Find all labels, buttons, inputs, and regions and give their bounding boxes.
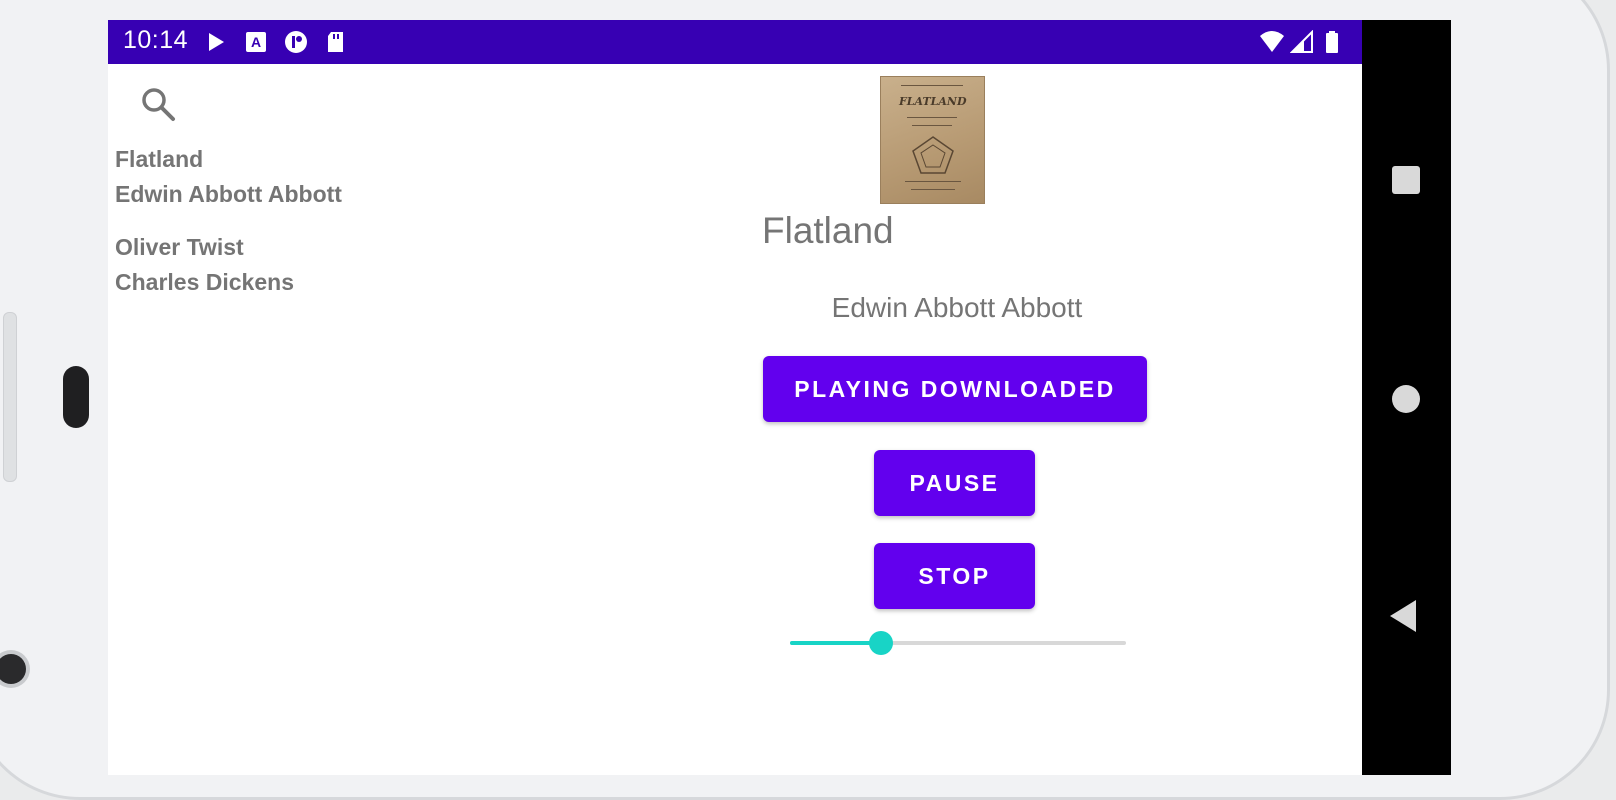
home-icon[interactable] [1392,385,1420,413]
book-cover-image: FLATLAND [880,76,985,204]
pause-button[interactable]: PAUSE [874,450,1035,516]
recents-icon[interactable] [1392,166,1420,194]
back-icon[interactable] [1390,600,1416,632]
a-icon: A [246,32,266,52]
signal-icon [1290,30,1313,53]
detail-author: Edwin Abbott Abbott [831,292,1083,323]
status-time: 10:14 [123,26,189,54]
navigation-bar [1362,20,1451,775]
book-author: Edwin Abbott Abbott [115,181,342,207]
seek-bar[interactable] [790,631,1126,655]
sd-card-icon [328,32,343,52]
seek-bar-thumb[interactable] [868,631,893,655]
play-icon [209,33,224,51]
device-speaker [63,366,89,428]
book-title: Flatland [115,146,204,172]
seek-bar-progress [790,641,881,645]
cover-title: FLATLAND [899,95,967,108]
status-bar: 10:14 A [108,20,1362,64]
stop-button[interactable]: STOP [874,543,1035,609]
book-author: Charles Dickens [115,269,294,295]
search-icon[interactable] [138,84,178,124]
book-title: Oliver Twist [115,234,244,260]
app-screen: 10:14 A Flatland Edwin Abbott Abbott Oli… [108,20,1451,775]
list-item-oliver-twist[interactable]: Oliver Twist Charles Dickens [115,230,294,300]
device-side-button [3,312,17,482]
svg-text:A: A [251,34,261,50]
list-item-flatland[interactable]: Flatland Edwin Abbott Abbott [115,142,342,212]
wifi-icon [1260,31,1284,52]
detail-title: Flatland [762,210,894,251]
battery-icon [1326,31,1338,53]
cover-emblem-icon [912,136,954,174]
circle-app-icon [285,31,307,53]
playing-downloaded-button[interactable]: PLAYING DOWNLOADED [763,356,1147,422]
